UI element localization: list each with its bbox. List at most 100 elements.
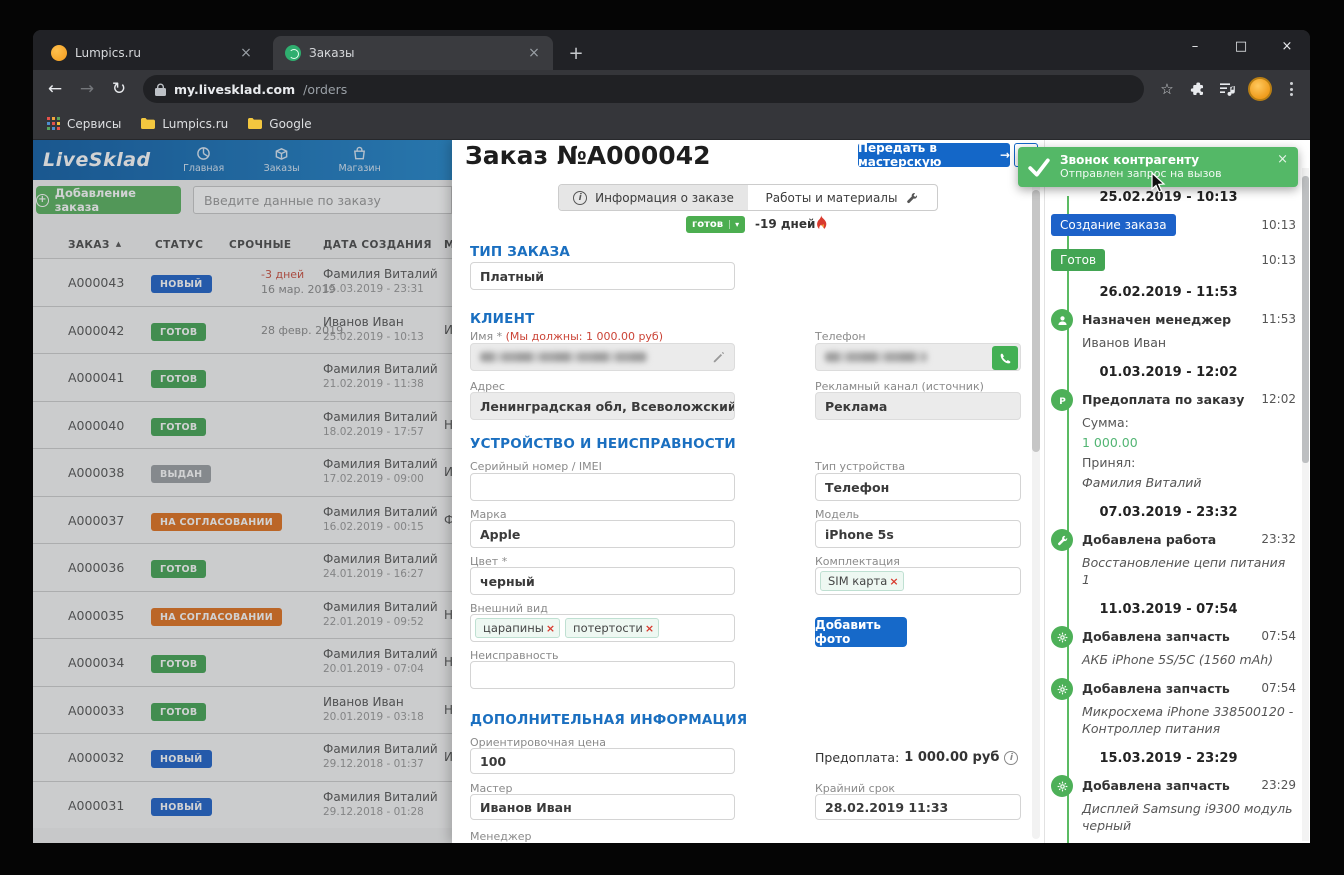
bookmark-label: Lumpics.ru: [162, 116, 229, 131]
timeline-status-badge: Создание заказа: [1051, 214, 1176, 236]
status-dropdown[interactable]: готов ▾: [686, 216, 746, 233]
bookmark-label: Сервисы: [67, 116, 122, 131]
event-title: Добавлена запчасть: [1082, 778, 1230, 793]
transfer-to-workshop-button[interactable]: Передать в мастерскую →: [858, 141, 1010, 169]
phone-input[interactable]: [815, 343, 1021, 371]
timeline-time: 10:13: [1261, 218, 1296, 232]
edit-pencil-icon[interactable]: [712, 350, 726, 364]
lock-icon: [155, 83, 166, 96]
mouse-cursor: [1151, 172, 1166, 193]
event-detail: Микросхема iPhone 338500120 - Контроллер…: [1082, 704, 1294, 736]
modal-backdrop[interactable]: [33, 140, 452, 843]
kit-input[interactable]: SIM карта ×: [815, 567, 1021, 595]
timeline-date-header: 26.02.2019 - 11:53: [1099, 285, 1238, 300]
maximize-button[interactable]: □: [1218, 30, 1264, 62]
gear-icon: [1051, 678, 1073, 700]
profile-avatar[interactable]: [1248, 77, 1272, 101]
prepay-label: Предоплата:: [815, 750, 900, 765]
bookmark-google[interactable]: Google: [248, 117, 312, 131]
toast-title: Звонок контрагенту: [1060, 153, 1200, 167]
tab-works-materials[interactable]: Работы и материалы: [748, 185, 937, 210]
tag-label: SIM карта: [828, 574, 888, 588]
window-controls: – □ ×: [1172, 30, 1310, 62]
extensions-icon[interactable]: [1184, 76, 1210, 102]
timeline-date-header: 25.02.2019 - 10:13: [1099, 190, 1238, 205]
timeline-badge-row: Готов 10:13: [1051, 249, 1296, 271]
timeline-time: 12:02: [1261, 392, 1296, 406]
address-bar[interactable]: my.livesklad.com/orders: [143, 75, 1144, 103]
timeline-time: 07:54: [1261, 681, 1296, 695]
timeline-event: Добавлена запчасть 07:54 АКБ iPhone 5S/5C …: [1051, 626, 1296, 668]
appearance-tag: потертости ×: [565, 618, 660, 638]
event-detail: АКБ iPhone 5S/5C (1560 mAh): [1082, 652, 1274, 667]
browser-tab-lumpics[interactable]: Lumpics.ru ×: [39, 36, 265, 70]
url-path: /orders: [303, 81, 348, 97]
brand-input[interactable]: Apple: [470, 520, 735, 548]
address-input[interactable]: Ленинградская обл, Всеволожский р-н, т: [470, 392, 735, 420]
forward-icon[interactable]: →: [73, 75, 101, 103]
new-tab-button[interactable]: +: [563, 40, 589, 66]
defect-input[interactable]: [470, 661, 735, 689]
timeline-date-header: 01.03.2019 - 12:02: [1099, 365, 1238, 380]
call-button[interactable]: [992, 346, 1018, 370]
client-name-input[interactable]: [470, 343, 735, 371]
prepay-value: 1 000.00 руб: [904, 750, 1000, 765]
minimize-button[interactable]: –: [1172, 30, 1218, 62]
color-input[interactable]: черный: [470, 567, 735, 595]
timeline-scrollbar-thumb[interactable]: [1302, 176, 1309, 463]
browser-tab-orders[interactable]: Заказы ×: [273, 36, 553, 70]
flame-icon: [817, 215, 827, 230]
toast-close-icon[interactable]: ×: [1277, 152, 1288, 167]
remove-tag-icon[interactable]: ×: [889, 575, 898, 588]
prepayment-info: Предоплата: 1 000.00 руб i: [815, 750, 1019, 765]
bookmark-services[interactable]: Сервисы: [47, 117, 121, 131]
section-device: УСТРОЙСТВО И НЕИСПРАВНОСТИ: [470, 436, 736, 452]
price-input[interactable]: 100: [470, 748, 735, 774]
page-content: LiveSklad Главная Заказы Магазин + Добав…: [33, 140, 1310, 843]
tab-title: Lumpics.ru: [75, 46, 141, 60]
close-button[interactable]: ×: [1264, 30, 1310, 62]
orders-list-page: LiveSklad Главная Заказы Магазин + Добав…: [33, 140, 452, 843]
serial-input[interactable]: [470, 473, 735, 501]
order-type-input[interactable]: Платный: [470, 262, 735, 290]
remove-tag-icon[interactable]: ×: [546, 622, 555, 635]
wrench-icon: [907, 192, 918, 203]
form-scrollbar-thumb[interactable]: [1032, 190, 1040, 452]
manager-label: Менеджер: [470, 830, 532, 843]
bookmark-lumpics[interactable]: Lumpics.ru: [141, 117, 228, 131]
reload-icon[interactable]: ↻: [105, 75, 133, 103]
remove-tag-icon[interactable]: ×: [645, 622, 654, 635]
check-icon: [1028, 158, 1050, 177]
tab-title: Заказы: [309, 46, 355, 60]
browser-menu-icon[interactable]: [1280, 82, 1302, 96]
back-icon[interactable]: ←: [41, 75, 69, 103]
tab-close-icon[interactable]: ×: [237, 44, 255, 62]
timeline-event: Добавлена запчасть 23:29 Дисплей Samsung i…: [1051, 775, 1296, 834]
bookmark-star-icon[interactable]: ☆: [1154, 76, 1180, 102]
timeline-date-header: 15.03.2019 - 23:29: [1099, 751, 1238, 766]
deadline-input[interactable]: 28.02.2019 11:33: [815, 794, 1021, 820]
redacted-text: [825, 352, 928, 362]
order-history-panel: 25.02.2019 - 10:13 Создание заказа 10:13 Го…: [1044, 140, 1310, 843]
tab-close-icon[interactable]: ×: [525, 44, 543, 62]
ad-channel-input[interactable]: Реклама: [815, 392, 1021, 420]
overdue-days: -19 дней: [755, 217, 816, 231]
model-input[interactable]: iPhone 5s: [815, 520, 1021, 548]
master-input[interactable]: Иванов Иван: [470, 794, 735, 820]
client-debt-label: (Мы должны: 1 000.00 руб): [505, 330, 664, 343]
appearance-input[interactable]: царапины × потертости ×: [470, 614, 735, 642]
info-icon[interactable]: i: [1004, 750, 1019, 765]
timeline-time: 23:29: [1261, 778, 1296, 792]
tab-strip: Lumpics.ru × Заказы × + – □ ×: [33, 30, 1310, 70]
tab-order-info[interactable]: i Информация о заказе: [559, 185, 748, 210]
event-detail: 1 000.00: [1082, 435, 1138, 450]
device-type-input[interactable]: Телефон: [815, 473, 1021, 501]
browser-window: Lumpics.ru × Заказы × + – □ × ← → ↻ my.l…: [33, 30, 1310, 843]
timeline-status-badge: Готов: [1051, 249, 1106, 271]
phone-label: Телефон: [815, 330, 866, 343]
media-controls-icon[interactable]: [1214, 76, 1240, 102]
timeline-date-header: 11.03.2019 - 07:54: [1099, 602, 1238, 617]
info-icon: i: [573, 190, 588, 205]
add-photo-button[interactable]: Добавить фото: [815, 617, 907, 647]
event-title: Назначен менеджер: [1082, 312, 1232, 327]
